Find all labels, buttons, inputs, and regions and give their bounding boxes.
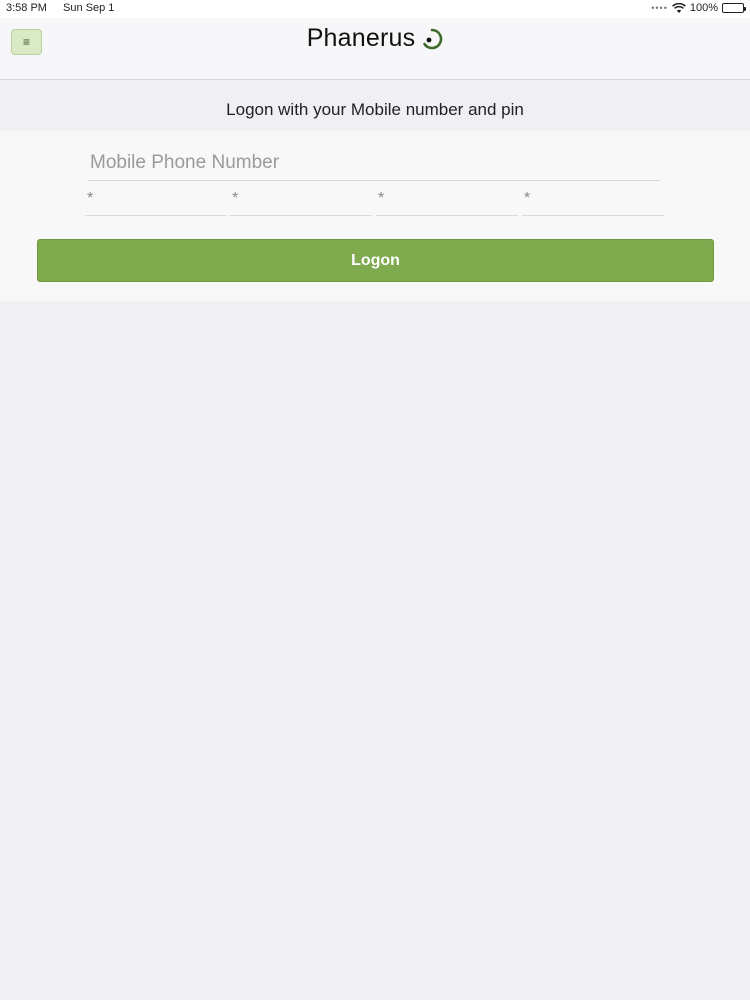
wifi-icon: [671, 2, 686, 13]
status-time: 3:58 PM: [6, 2, 47, 14]
brand-logo: Phanerus: [0, 24, 750, 53]
login-subtitle: Logon with your Mobile number and pin: [226, 100, 524, 119]
mobile-phone-input[interactable]: [88, 145, 660, 181]
pin-digit-4-input[interactable]: [522, 183, 664, 216]
pin-digit-1-input[interactable]: [85, 183, 227, 216]
signal-icon: ••••: [651, 3, 668, 13]
pin-digit-2-input[interactable]: [230, 183, 372, 216]
status-indicators: •••• 100%: [651, 2, 746, 14]
logo-swirl-icon: [423, 29, 443, 50]
pin-digit-3-input[interactable]: [376, 183, 518, 216]
battery-percent: 100%: [689, 2, 718, 14]
brand-name: Phanerus: [306, 24, 416, 52]
logon-button[interactable]: Logon: [37, 239, 714, 282]
status-bar: 3:58 PM Sun Sep 1 •••• 100%: [0, 0, 750, 18]
battery-icon: [722, 3, 746, 13]
status-date: Sun Sep 1: [63, 2, 115, 14]
